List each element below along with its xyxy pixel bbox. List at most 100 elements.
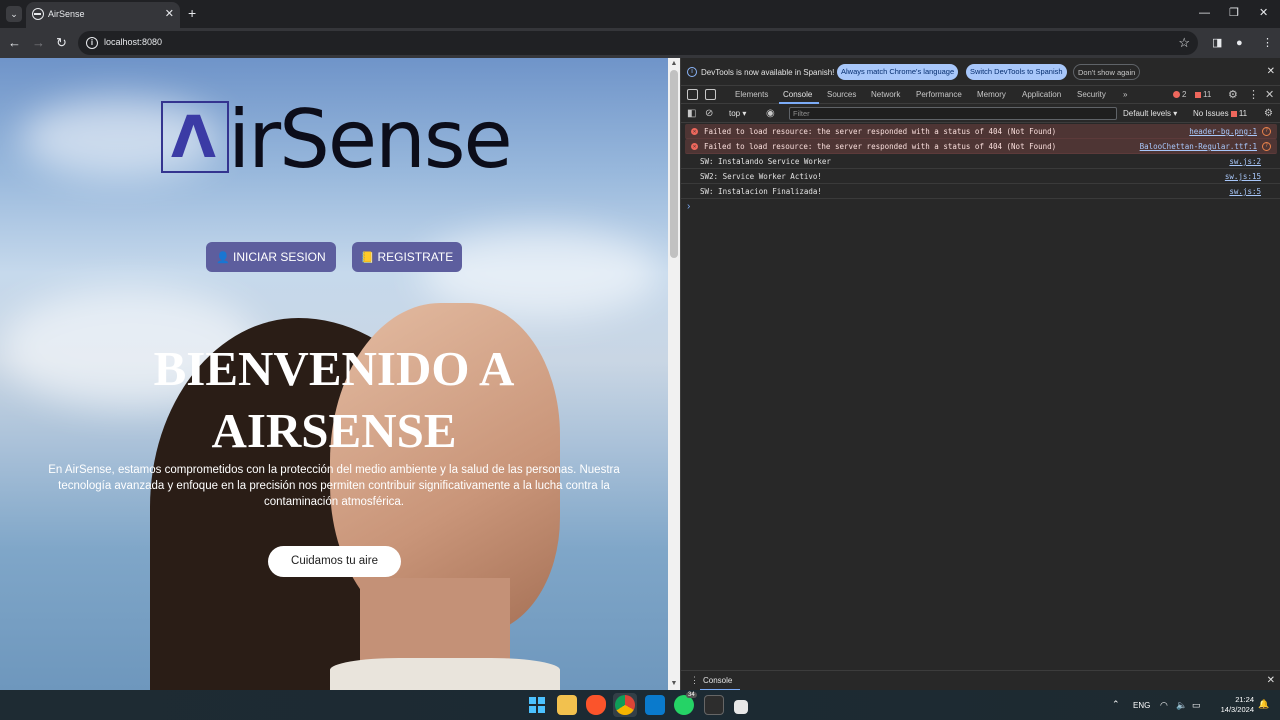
tab-close-icon[interactable]: ✕ (165, 7, 174, 21)
console-filter-input[interactable] (789, 107, 1117, 120)
scroll-up-icon[interactable]: ▲ (668, 58, 680, 70)
close-devtools-icon[interactable]: ✕ (1265, 88, 1274, 101)
browser-tab[interactable]: AirSense ✕ (26, 2, 180, 28)
brave-browser-icon[interactable] (586, 695, 606, 715)
log-source-link[interactable]: header-bg.png:1 (1189, 124, 1257, 139)
vscode-icon[interactable] (645, 695, 665, 715)
forward-arrow-icon[interactable]: → (32, 35, 45, 51)
volume-icon[interactable]: 🔈 (1176, 700, 1187, 711)
maximize-button[interactable]: ❐ (1229, 5, 1239, 21)
url-text[interactable]: localhost:8080 (104, 37, 162, 47)
back-arrow-icon[interactable]: ← (8, 35, 21, 51)
log-message: Failed to load resource: the server resp… (704, 127, 1057, 136)
tab-memory[interactable]: Memory (977, 90, 1006, 99)
reload-icon[interactable]: ↻ (56, 35, 67, 51)
device-toolbar-icon[interactable] (705, 89, 716, 100)
clock-time: 21:24 (1235, 695, 1254, 704)
globe-icon (32, 8, 44, 20)
console-toolbar: ◧ ⊘ top ▾ ◉ Default levels ▾ No Issues 1… (681, 105, 1280, 123)
issues-button[interactable]: No Issues 11 (1193, 109, 1247, 118)
battery-icon[interactable]: ▭ (1192, 700, 1201, 711)
close-window-button[interactable]: ✕ (1259, 5, 1268, 21)
scroll-thumb[interactable] (670, 70, 678, 258)
profile-icon[interactable]: ● (1236, 35, 1243, 51)
minimize-button[interactable]: — (1199, 5, 1210, 21)
windows-start-icon[interactable] (529, 697, 545, 713)
login-button[interactable]: 👤 INICIAR SESION (206, 242, 336, 272)
file-explorer-icon[interactable] (557, 695, 577, 715)
hero-photo-dress (330, 658, 560, 690)
switch-spanish-button[interactable]: Switch DevTools to Spanish (966, 64, 1067, 80)
console-log-row: SW: Instalando Service Worker sw.js:2 (681, 154, 1280, 169)
ai-insight-icon[interactable]: ? (1262, 127, 1271, 136)
error-icon: ✕ (691, 128, 698, 135)
chrome-icon[interactable] (615, 695, 635, 715)
input-language[interactable]: ENG (1133, 701, 1150, 710)
site-info-icon[interactable]: i (86, 37, 98, 49)
log-source-link[interactable]: sw.js:15 (1225, 169, 1261, 184)
inspect-element-icon[interactable] (687, 89, 698, 100)
wifi-icon[interactable]: ◠ (1160, 700, 1168, 711)
banner-text: DevTools is now available in Spanish! (701, 68, 835, 77)
more-tabs-icon[interactable]: » (1123, 90, 1127, 99)
console-prompt[interactable]: › (681, 199, 1280, 215)
issue-flag-icon (1195, 92, 1201, 98)
log-source-link[interactable]: BalooChettan-Regular.ttf:1 (1140, 139, 1257, 154)
console-settings-gear-icon[interactable]: ⚙ (1264, 108, 1273, 120)
error-icon: ✕ (691, 143, 698, 150)
scroll-down-icon[interactable]: ▼ (668, 678, 680, 690)
dont-show-again-button[interactable]: Don't show again (1073, 64, 1141, 80)
banner-close-icon[interactable]: ✕ (1267, 66, 1275, 77)
log-source-link[interactable]: sw.js:2 (1229, 154, 1261, 169)
tab-network[interactable]: Network (871, 90, 900, 99)
bookmark-star-icon[interactable]: ☆ (1178, 35, 1190, 51)
notification-bell-icon[interactable]: 🔔 (1258, 699, 1269, 710)
error-count-badge[interactable]: 2 (1173, 90, 1186, 99)
tab-search-icon[interactable]: ⌄ (6, 6, 22, 22)
ai-insight-icon[interactable]: ? (1262, 142, 1271, 151)
context-selector[interactable]: top ▾ (729, 109, 746, 118)
log-levels-dropdown[interactable]: Default levels ▾ (1123, 109, 1177, 118)
live-expression-eye-icon[interactable]: ◉ (766, 108, 775, 120)
devtools-menu-icon[interactable]: ⋮ (1248, 88, 1259, 101)
devtools-drawer: ⋮ Console ✕ (681, 670, 1280, 691)
settings-gear-icon[interactable]: ⚙ (1228, 88, 1238, 101)
log-source-link[interactable]: sw.js:5 (1229, 184, 1261, 199)
tab-application[interactable]: Application (1022, 90, 1061, 99)
active-tab-indicator (779, 102, 819, 104)
drawer-close-icon[interactable]: ✕ (1267, 675, 1275, 686)
tab-performance[interactable]: Performance (916, 90, 962, 99)
drawer-tab-console[interactable]: Console (703, 676, 732, 685)
user-icon: 👤 (216, 252, 230, 264)
warning-count-badge[interactable]: 11 (1195, 90, 1211, 99)
console-log-list: ✕ Failed to load resource: the server re… (681, 124, 1280, 215)
hero-title: BIENVENIDO A AIRSENSE (153, 341, 515, 458)
log-message: SW: Instalando Service Worker (700, 157, 831, 166)
match-language-button[interactable]: Always match Chrome's language (837, 64, 959, 80)
address-bar[interactable]: i localhost:8080 ☆ (78, 31, 1198, 55)
tab-elements[interactable]: Elements (735, 90, 768, 99)
page-scrollbar[interactable]: ▲ ▼ (668, 58, 680, 690)
snipping-tool-icon[interactable] (734, 700, 748, 714)
chrome-menu-icon[interactable]: ⋮ (1262, 35, 1273, 51)
tab-sources[interactable]: Sources (827, 90, 856, 99)
whatsapp-icon[interactable] (674, 695, 694, 715)
warning-count: 11 (1203, 90, 1212, 99)
tab-console[interactable]: Console (783, 90, 812, 99)
clear-console-icon[interactable]: ⊘ (705, 108, 713, 120)
side-panel-icon[interactable]: ◨ (1212, 35, 1222, 51)
devtools-panel: i DevTools is now available in Spanish! … (680, 58, 1280, 691)
devtools-tabs: Elements Console Sources Network Perform… (681, 86, 1280, 104)
new-tab-button[interactable]: + (188, 5, 196, 21)
tab-security[interactable]: Security (1077, 90, 1106, 99)
terminal-icon[interactable] (704, 695, 724, 715)
cta-button[interactable]: Cuidamos tu aire (268, 546, 401, 577)
login-button-label: INICIAR SESION (233, 250, 326, 264)
show-hidden-icons-chevron-icon[interactable]: ⌃ (1112, 699, 1120, 710)
register-button[interactable]: 📒 REGISTRATE (352, 242, 462, 272)
language-banner: i DevTools is now available in Spanish! … (681, 58, 1280, 86)
browser-toolbar: ← → ↻ i localhost:8080 ☆ ◨ ● ⋮ (0, 28, 1280, 58)
drawer-menu-icon[interactable]: ⋮ (690, 675, 699, 686)
sidebar-toggle-icon[interactable]: ◧ (687, 108, 696, 120)
system-clock[interactable]: 21:24 14/3/2024 (1214, 695, 1254, 715)
